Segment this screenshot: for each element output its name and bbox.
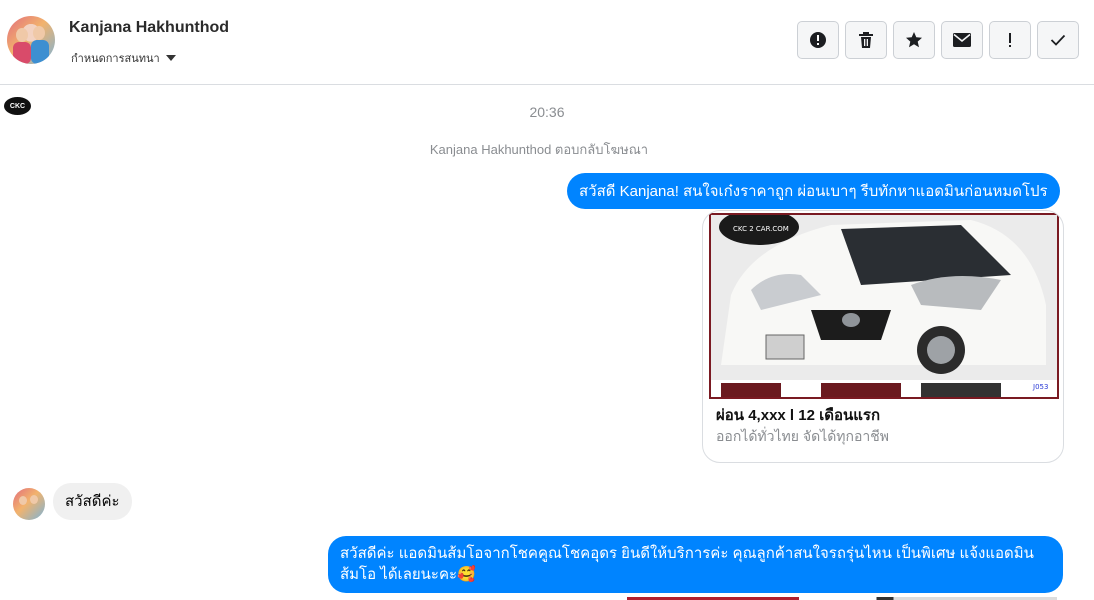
ad-card-subtitle: ออกได้ทั่วไทย จัดได้ทุกอาชีพ [716, 428, 890, 444]
mark-spam-button[interactable] [797, 21, 839, 59]
contact-name[interactable]: Kanjana Hakhunthod [69, 19, 229, 37]
check-icon [1050, 34, 1066, 46]
delete-button[interactable] [845, 21, 887, 59]
contact-avatar[interactable] [7, 16, 55, 64]
ad-car-image: CKC 2 CAR.COM J053 [709, 213, 1059, 399]
ad-card[interactable]: CKC 2 CAR.COM J053 ผ่อน 4,xxx l 12 เดือน… [702, 210, 1064, 463]
ad-image-code: J053 [1032, 383, 1048, 391]
star-button[interactable] [893, 21, 935, 59]
conversation-toolbar [797, 21, 1079, 59]
system-note: Kanjana Hakhunthod ตอบกลับโฆษณา [429, 142, 649, 157]
outgoing-message[interactable]: สวัสดีค่ะ แอดมินส้มโอจากโชคคูณโชคอุดร ยิ… [328, 536, 1063, 593]
envelope-icon [953, 33, 971, 47]
assign-conversation-dropdown[interactable]: กำหนดการสนทนา [71, 49, 176, 67]
ad-watermark: CKC 2 CAR.COM [733, 225, 789, 233]
car-illustration: CKC 2 CAR.COM J053 [711, 215, 1057, 397]
mark-unread-button[interactable] [941, 21, 983, 59]
assign-label: กำหนดการสนทนา [71, 53, 160, 65]
ad-card-title: ผ่อน 4,xxx l 12 เดือนแรก [716, 407, 881, 424]
star-icon [906, 32, 922, 48]
caret-down-icon [165, 55, 176, 61]
conversation-header: Kanjana Hakhunthod กำหนดการสนทนา [0, 0, 1094, 85]
trash-icon [859, 32, 873, 48]
exclamation-icon [1009, 33, 1011, 47]
mark-done-button[interactable] [1037, 21, 1079, 59]
customer-avatar[interactable] [13, 488, 45, 520]
message-timestamp: 20:36 [529, 104, 565, 120]
outgoing-message[interactable]: สวัสดี Kanjana! สนใจเก๋งราคาถูก ผ่อนเบาๆ… [567, 173, 1060, 209]
incoming-message[interactable]: สวัสดีค่ะ [53, 483, 132, 520]
alert-circle-icon [810, 32, 826, 48]
follow-up-button[interactable] [989, 21, 1031, 59]
